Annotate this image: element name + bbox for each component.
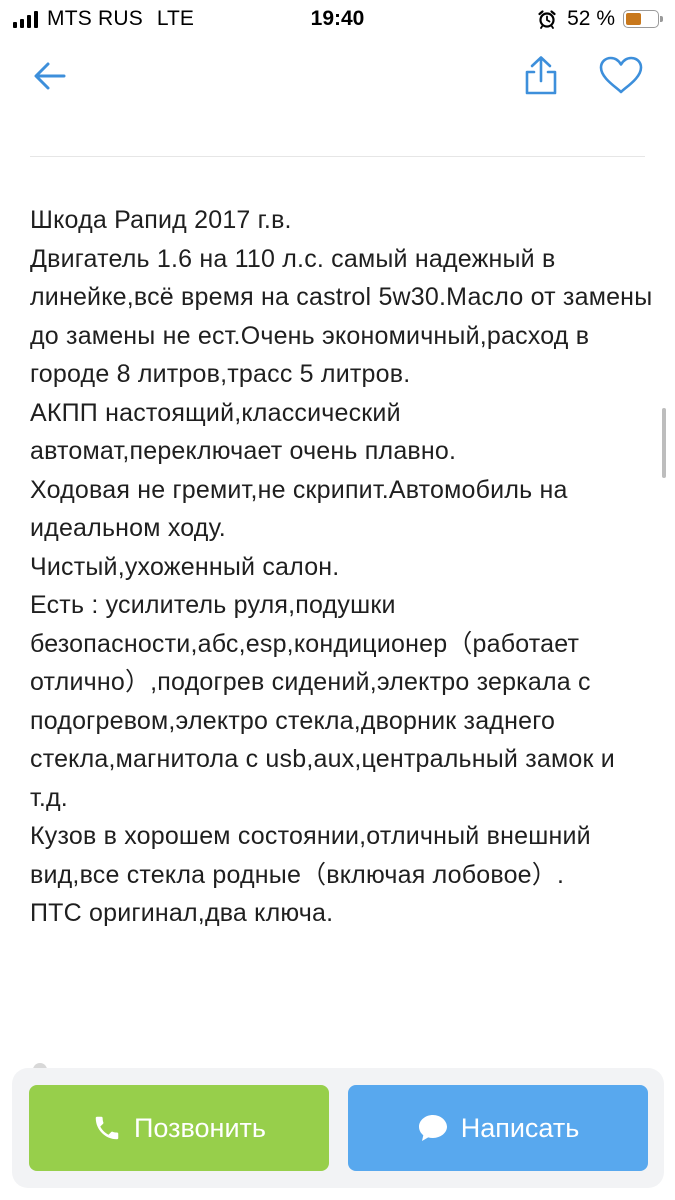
- back-arrow-icon: [34, 62, 66, 90]
- share-icon: [525, 56, 557, 95]
- status-right: 52 %: [537, 7, 663, 31]
- phone-icon: [92, 1113, 122, 1143]
- call-button-label: Позвонить: [134, 1112, 266, 1143]
- alarm-icon: [537, 9, 557, 29]
- call-button[interactable]: Позвонить: [29, 1085, 329, 1171]
- chat-bubble-icon: [417, 1113, 449, 1143]
- share-button[interactable]: [516, 50, 566, 100]
- listing-description: Шкода Рапид 2017 г.в. Двигатель 1.6 на 1…: [30, 206, 653, 927]
- message-button-label: Написать: [460, 1112, 580, 1143]
- status-bar: MTS RUS LTE 19:40 52 %: [0, 0, 675, 38]
- nav-bar: [0, 38, 675, 118]
- battery-icon: [623, 10, 663, 28]
- battery-percent: 52 %: [567, 7, 615, 30]
- back-button[interactable]: [26, 52, 74, 100]
- favorite-button[interactable]: [594, 50, 648, 100]
- message-button[interactable]: Написать: [348, 1085, 648, 1171]
- header-divider: [30, 156, 645, 157]
- scrollbar[interactable]: [662, 408, 666, 478]
- heart-icon: [599, 56, 643, 94]
- battery-level-fill: [626, 13, 641, 25]
- action-bar: Позвонить Написать: [12, 1068, 664, 1188]
